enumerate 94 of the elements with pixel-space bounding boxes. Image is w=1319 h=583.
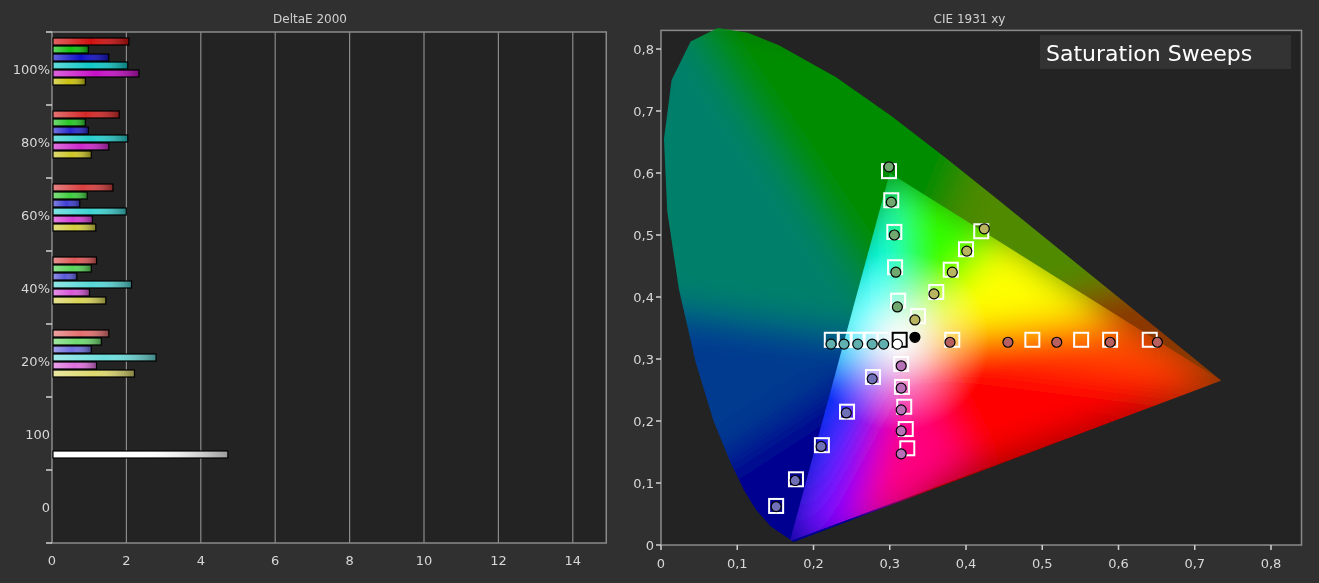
measured-point (895, 360, 907, 372)
target-marker (887, 259, 904, 276)
target-marker (886, 223, 903, 240)
measured-point (895, 382, 907, 394)
measured-point (895, 448, 907, 460)
target-marker (876, 331, 893, 348)
axis-tick-label: 0,6 (1108, 556, 1129, 571)
target-marker (1102, 331, 1119, 348)
axis-tick-label: 60% (21, 207, 50, 223)
measured-point (866, 338, 878, 350)
measured-point (838, 338, 850, 350)
measured-point (890, 266, 902, 278)
measured-point (852, 338, 864, 350)
measured-point (1104, 336, 1116, 348)
axis-tick-label: 14 (564, 553, 582, 568)
target-marker (1024, 331, 1041, 348)
axis-tick-label: 0 (656, 556, 666, 571)
target-marker (862, 331, 879, 348)
measured-point (878, 338, 890, 350)
axis-tick-label: 0,8 (1260, 556, 1282, 571)
axis-tick-label: 0,5 (1031, 556, 1053, 571)
target-marker (897, 421, 914, 438)
axis-tick-label: 10 (415, 553, 433, 568)
measured-point (946, 266, 958, 278)
axis-tick-label: 0 (645, 538, 654, 553)
measured-point (895, 404, 907, 416)
axis-tick-label: 20% (21, 353, 50, 369)
target-marker (881, 163, 897, 180)
target-marker (893, 378, 910, 395)
measured-point (1051, 336, 1063, 348)
axis-tick-label: 0,4 (955, 556, 977, 571)
axis-tick-label: 100% (12, 61, 50, 77)
measured-point (840, 407, 852, 419)
target-marker (890, 292, 907, 309)
axis-tick-label: 0,5 (633, 228, 654, 243)
measured-point (961, 245, 973, 257)
target-marker (883, 192, 900, 209)
annotation: Saturation Sweeps (1046, 41, 1253, 66)
axis-tick-label: 100 (25, 426, 50, 442)
axis-tick-label: 2 (122, 553, 131, 568)
target-marker (1141, 331, 1158, 348)
axis-tick-label: 0,1 (633, 476, 654, 491)
target-marker (891, 331, 908, 348)
axis-tick-label: 8 (345, 553, 354, 568)
target-marker (836, 331, 853, 348)
measured-point (885, 196, 897, 208)
target-marker (973, 223, 990, 240)
target-marker (928, 284, 945, 301)
measured-point (888, 229, 900, 241)
target-marker (944, 331, 961, 348)
target-marker (849, 331, 866, 348)
target-marker (896, 398, 913, 415)
axis-tick-label: 0 (41, 499, 50, 515)
chart-annotation: Saturation Sweeps (1040, 35, 1291, 69)
target-marker (909, 308, 926, 325)
axis-tick-label: 40% (21, 280, 50, 296)
measured-point (895, 425, 907, 437)
axis-tick-label: 0,3 (879, 556, 901, 571)
measured-point (866, 373, 878, 385)
measured-point (891, 301, 903, 313)
axis-tick-label: 6 (271, 553, 280, 568)
chart-title: DeltaE 2000 (273, 11, 347, 28)
target-marker (865, 369, 881, 385)
axis-tick-label: 0,6 (633, 166, 654, 181)
target-marker (942, 261, 959, 278)
measured-point (909, 314, 921, 326)
target-marker (1073, 331, 1090, 348)
axis-tick-label: 0,2 (633, 414, 654, 429)
measured-point (825, 338, 837, 350)
measured-point (883, 161, 895, 173)
axis-tick-label: 0,8 (633, 42, 654, 57)
measured-point (1151, 336, 1163, 348)
target-marker (839, 403, 856, 420)
measured-point (928, 288, 940, 300)
target-marker (823, 331, 840, 348)
measured-point (909, 331, 921, 343)
axis-tick-label: 0,4 (633, 290, 654, 305)
target-marker (958, 241, 974, 258)
measured-point (1002, 336, 1014, 348)
chart-title: CIE 1931 xy (933, 11, 1006, 28)
axis-tick-label: 0,1 (726, 556, 748, 571)
measured-point (944, 336, 956, 348)
axis-tick-label: 4 (196, 553, 205, 568)
axis-tick-label: 12 (490, 553, 507, 568)
measured-point (891, 338, 903, 350)
axis-tick-label: 0,7 (633, 104, 654, 119)
axis-tick-label: 0,3 (633, 352, 654, 367)
target-marker (899, 440, 916, 457)
axis-tick-label: 0 (47, 553, 57, 568)
axis-tick-label: 0,2 (803, 556, 824, 571)
measured-point (978, 223, 990, 235)
target-marker (893, 355, 910, 372)
axis-tick-label: 0,7 (1184, 556, 1206, 571)
axis-tick-label: 80% (21, 134, 50, 150)
